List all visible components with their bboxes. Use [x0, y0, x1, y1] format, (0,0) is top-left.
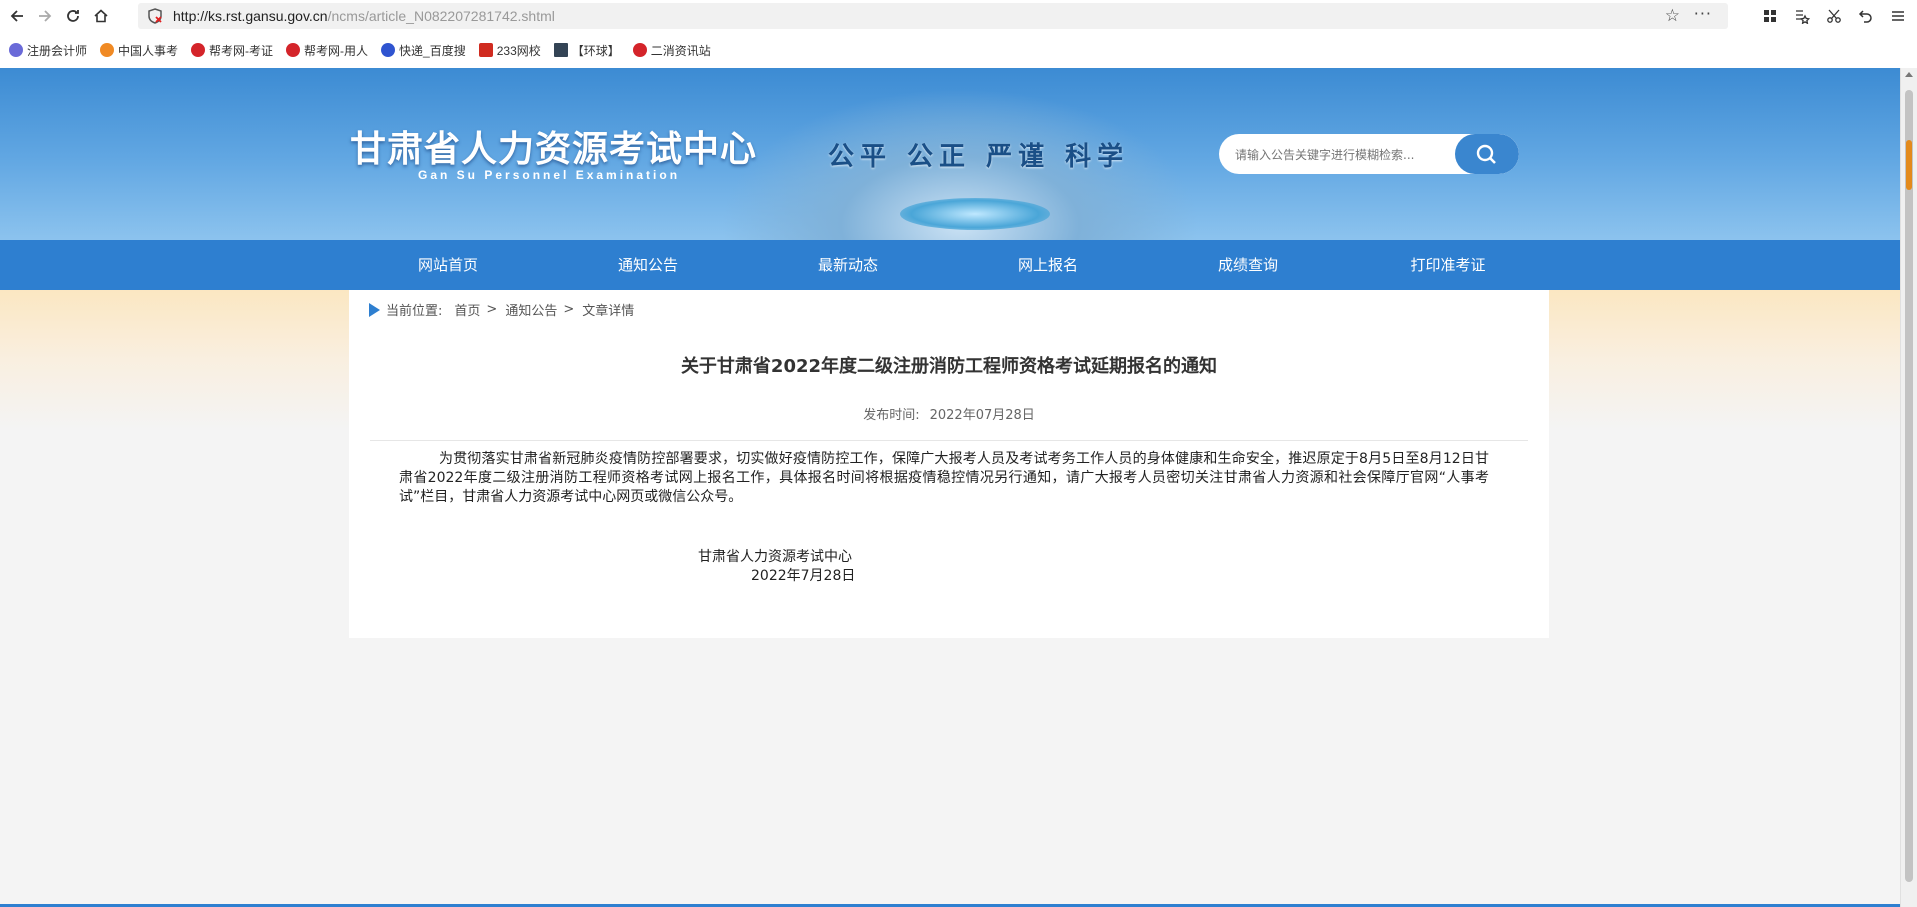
bookmark-item[interactable]: 中国人事考: [100, 42, 178, 59]
more-icon[interactable]: ···: [1694, 4, 1712, 23]
breadcrumb-notices[interactable]: 通知公告: [505, 300, 557, 319]
breadcrumb: 当前位置: 首页 > 通知公告 > 文章详情: [369, 300, 634, 319]
breadcrumb-prefix: 当前位置:: [386, 304, 443, 319]
url-text[interactable]: http://ks.rst.gansu.gov.cn/ncms/article_…: [173, 8, 555, 24]
back-button[interactable]: [6, 5, 28, 27]
search-box: [1219, 134, 1519, 174]
bookmark-label: 233网校: [496, 43, 541, 58]
bookmark-favicon-icon: [632, 43, 647, 57]
bookmark-favicon-icon: [191, 43, 206, 57]
main-nav: 网站首页 通知公告 最新动态 网上报名 成绩查询 打印准考证: [0, 240, 1900, 290]
nav-home[interactable]: 网站首页: [348, 240, 548, 290]
article-title: 关于甘肃省2022年度二级注册消防工程师资格考试延期报名的通知: [680, 356, 1218, 377]
nav-notices[interactable]: 通知公告: [548, 240, 748, 290]
address-bar[interactable]: http://ks.rst.gansu.gov.cn/ncms/article_…: [138, 3, 1728, 29]
bookmark-item[interactable]: 二消资讯站: [632, 42, 711, 59]
undo-icon[interactable]: [1855, 5, 1877, 27]
date-label: 发布时间:: [863, 408, 920, 423]
play-triangle-icon: [369, 302, 380, 317]
apps-grid-icon[interactable]: [1759, 5, 1781, 27]
bookmark-favicon-icon: [9, 43, 23, 57]
site-banner: 甘肃省人力资源考试中心 Gan Su Personnel Examination…: [0, 68, 1900, 240]
nav-print-admission[interactable]: 打印准考证: [1348, 240, 1548, 290]
reload-button[interactable]: [62, 5, 84, 27]
date-value: 2022年07月28日: [929, 408, 1035, 423]
article-date: 发布时间: 2022年07月28日: [349, 404, 1549, 423]
site-subtitle: Gan Su Personnel Examination: [418, 168, 681, 182]
bookmark-favicon-icon: [478, 43, 493, 57]
bookmark-item[interactable]: 快递_百度搜: [381, 42, 466, 59]
bookmark-item[interactable]: 233网校: [478, 42, 541, 59]
bookmark-label: 帮考网-考证: [209, 43, 274, 58]
page-viewport: 甘肃省人力资源考试中心 Gan Su Personnel Examination…: [0, 68, 1900, 907]
search-icon: [1476, 144, 1496, 164]
right-toolbar: [1759, 5, 1909, 27]
bookmark-favicon-icon: [381, 43, 396, 57]
scroll-thumb[interactable]: [1905, 90, 1913, 882]
title-divider: [370, 440, 1528, 441]
bookmark-label: 快递_百度搜: [399, 43, 466, 58]
nav-news[interactable]: 最新动态: [748, 240, 948, 290]
scroll-highlight-marker: [1906, 140, 1912, 190]
lake-graphic: [900, 198, 1050, 230]
bookmarks-bar: 注册会计师 中国人事考 帮考网-考证 帮考网-用人 快递_百度搜 233网校 【…: [0, 32, 1917, 69]
back-arrow-icon: [10, 10, 23, 22]
bookmark-label: 注册会计师: [27, 43, 88, 58]
scissors-icon[interactable]: [1823, 5, 1845, 27]
signature-organization: 甘肃省人力资源考试中心: [698, 549, 852, 565]
bookmark-item[interactable]: 注册会计师: [9, 42, 87, 59]
bookmark-item[interactable]: 帮考网-考证: [191, 42, 273, 59]
search-button[interactable]: [1455, 134, 1519, 174]
home-icon: [94, 9, 108, 23]
forward-arrow-icon: [39, 10, 52, 22]
bookmark-favicon-icon: [553, 43, 568, 57]
forward-button[interactable]: [34, 5, 56, 27]
vertical-scrollbar[interactable]: [1900, 68, 1917, 907]
nav-score-query[interactable]: 成绩查询: [1148, 240, 1348, 290]
bookmark-label: 帮考网-用人: [304, 43, 369, 58]
bookmark-favicon-icon: [100, 43, 115, 57]
breadcrumb-separator: >: [486, 302, 498, 317]
bookmark-item[interactable]: 【环球】: [553, 42, 620, 59]
signature-date: 2022年7月28日: [751, 568, 856, 584]
site-title: 甘肃省人力资源考试中心: [350, 129, 758, 170]
reload-icon: [67, 10, 79, 22]
browser-toolbar: http://ks.rst.gansu.gov.cn/ncms/article_…: [0, 0, 1917, 32]
bookmark-favicon-icon: [286, 43, 301, 57]
breadcrumb-separator: >: [563, 302, 575, 317]
bookmark-item[interactable]: 帮考网-用人: [286, 42, 368, 59]
menu-icon[interactable]: [1887, 5, 1909, 27]
security-warning-icon: [147, 8, 163, 24]
nav-online-registration[interactable]: 网上报名: [948, 240, 1148, 290]
scroll-up-arrow-icon[interactable]: [1905, 72, 1913, 77]
bookmark-label: 中国人事考: [118, 43, 179, 58]
breadcrumb-current: 文章详情: [582, 304, 635, 319]
site-motto: 公平 公正 严谨 科学: [828, 142, 1130, 172]
star-icon[interactable]: ☆: [1665, 6, 1680, 26]
url-path: /ncms/article_N082207281742.shtml: [327, 8, 555, 24]
bookmark-label: 【环球】: [571, 43, 620, 58]
url-host: http://ks.rst.gansu.gov.cn: [173, 8, 328, 24]
article-container: 当前位置: 首页 > 通知公告 > 文章详情 关于甘肃省2022年度二级注册消防工程…: [349, 290, 1549, 638]
article-body: 为贯彻落实甘肃省新冠肺炎疫情防控部署要求，切实做好疫情防控工作，保障广大报考人员…: [399, 451, 1489, 505]
bookmark-label: 二消资讯站: [650, 43, 711, 58]
favorites-list-icon[interactable]: [1791, 5, 1813, 27]
home-button[interactable]: [90, 5, 112, 27]
breadcrumb-home[interactable]: 首页: [454, 300, 480, 319]
search-input[interactable]: [1233, 144, 1457, 166]
